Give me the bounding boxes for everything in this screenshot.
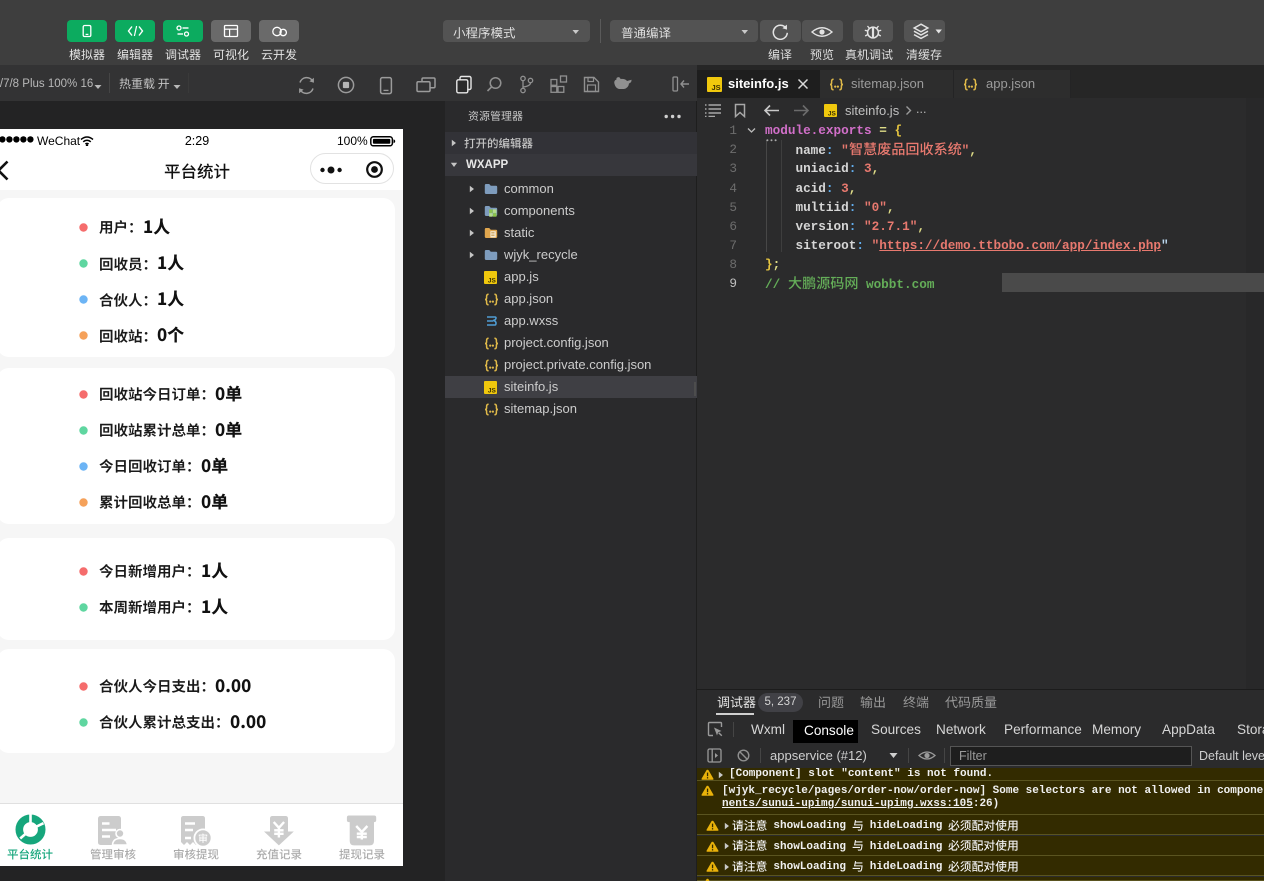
svg-text:JS: JS xyxy=(828,110,837,117)
svg-text:JS: JS xyxy=(712,83,721,92)
svg-text:JS: JS xyxy=(488,277,497,284)
svg-text:JS: JS xyxy=(488,387,497,394)
